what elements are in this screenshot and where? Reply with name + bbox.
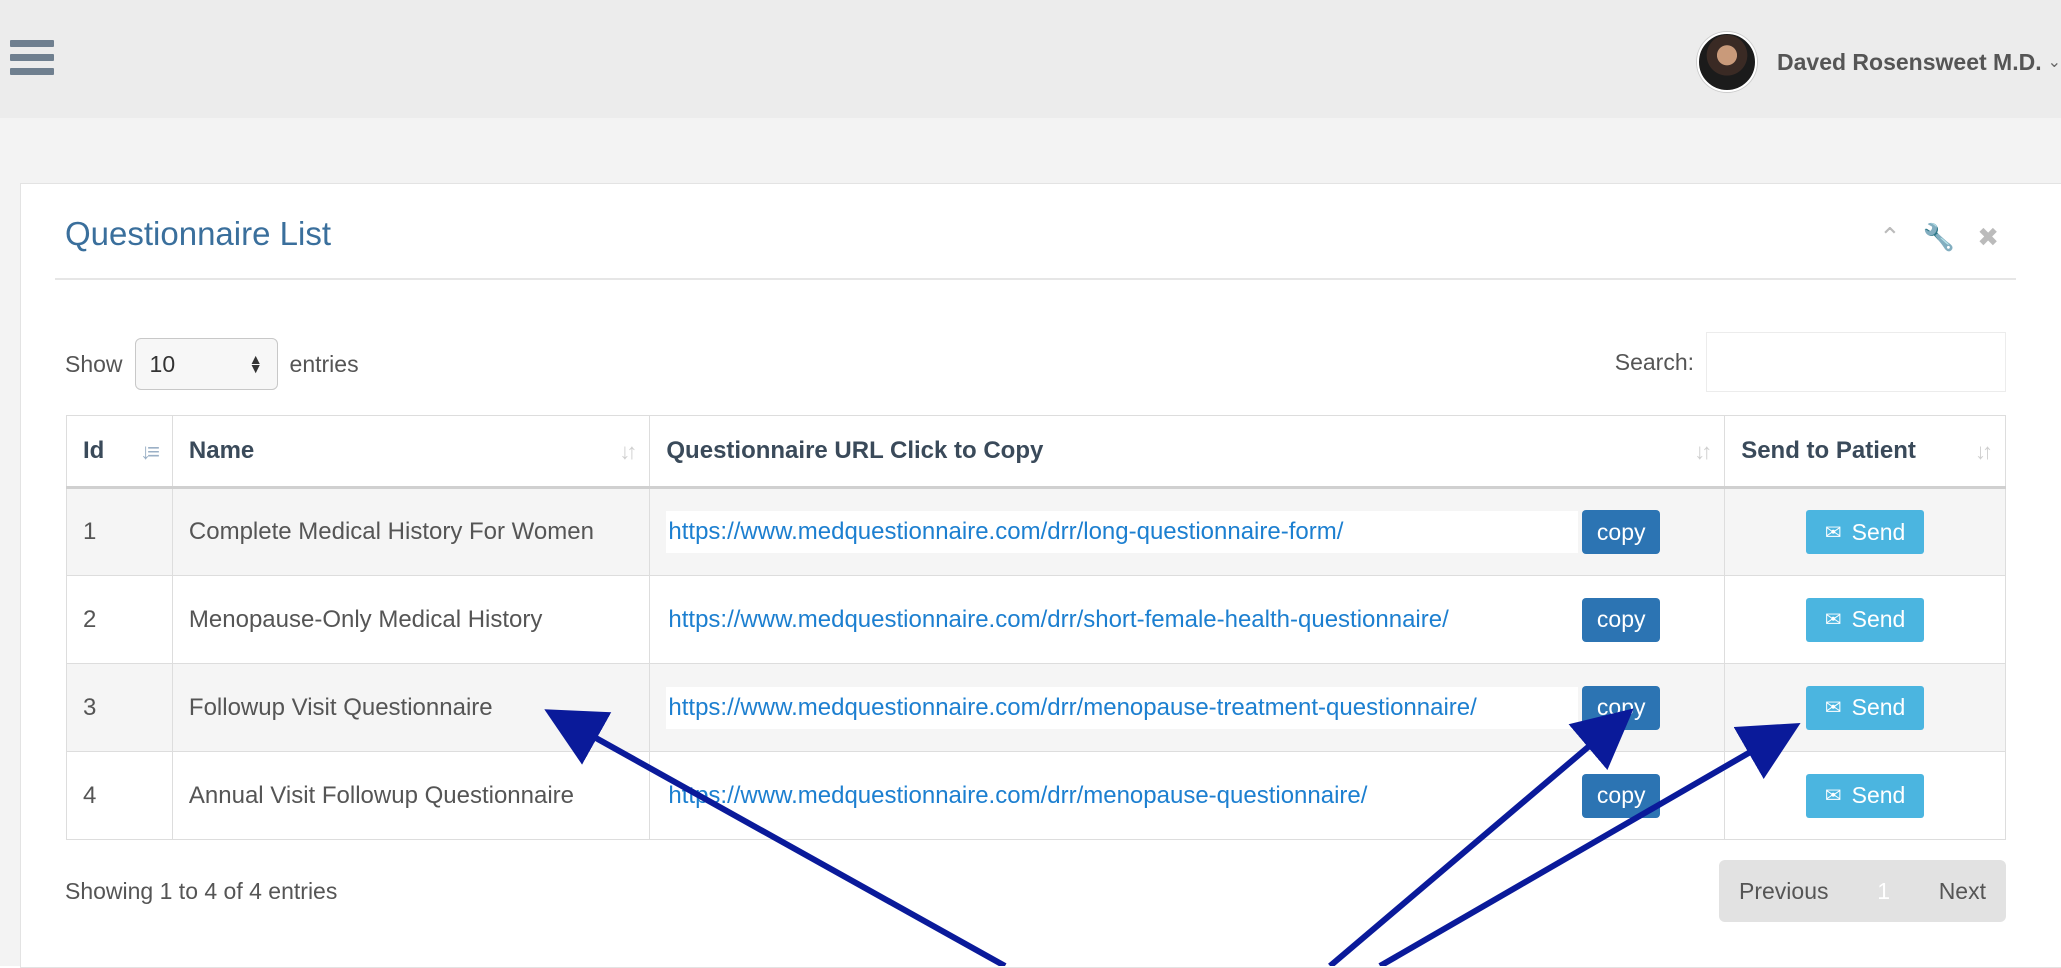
pagination: Previous 1 Next <box>1719 860 2006 922</box>
table-row: 4 Annual Visit Followup Questionnaire ht… <box>66 751 2006 840</box>
url-link[interactable]: https://www.medquestionnaire.com/drr/men… <box>666 686 1579 729</box>
column-header-id[interactable]: Id ↓≡ <box>66 415 173 489</box>
column-header-send[interactable]: Send to Patient ↓↑ <box>1724 415 2006 489</box>
copy-button[interactable]: copy <box>1582 685 1661 730</box>
row-name: Followup Visit Questionnaire <box>171 663 651 752</box>
row-send-cell: ✉ Send <box>1724 575 2006 664</box>
row-id: 1 <box>66 487 173 576</box>
column-header-url[interactable]: Questionnaire URL Click to Copy ↓↑ <box>649 415 1726 489</box>
row-url-cell: https://www.medquestionnaire.com/drr/men… <box>649 663 1726 752</box>
previous-button[interactable]: Previous <box>1739 878 1828 905</box>
panel-title: Questionnaire List <box>65 215 331 252</box>
column-header-name[interactable]: Name ↓↑ <box>171 415 651 489</box>
table-row: 1 Complete Medical History For Women htt… <box>66 487 2006 576</box>
panel-tools: ⌃ 🔧 ✖ <box>1879 222 1999 253</box>
table-row: 2 Menopause-Only Medical History https:/… <box>66 575 2006 664</box>
row-url-cell: https://www.medquestionnaire.com/drr/lon… <box>649 487 1726 576</box>
copy-button[interactable]: copy <box>1582 597 1661 642</box>
row-url-cell: https://www.medquestionnaire.com/drr/sho… <box>649 575 1726 664</box>
top-navbar: Daved Rosensweet M.D. ⌄ <box>0 0 2061 119</box>
select-arrows-icon: ▲ ▼ <box>248 351 263 376</box>
row-name: Annual Visit Followup Questionnaire <box>171 751 651 840</box>
search-input[interactable] <box>1706 332 2006 392</box>
sort-icon: ↓↑ <box>619 439 637 464</box>
search-control: Search: <box>1615 332 2006 392</box>
url-link[interactable]: https://www.medquestionnaire.com/drr/men… <box>666 774 1579 817</box>
row-id: 4 <box>66 751 173 840</box>
entries-length-control: Show 10 ▲ ▼ entries <box>65 338 359 390</box>
entries-label: entries <box>289 350 359 377</box>
row-id: 2 <box>66 575 173 664</box>
entries-select[interactable]: 10 ▲ ▼ <box>134 338 278 390</box>
panel-divider <box>55 278 2016 280</box>
user-name[interactable]: Daved Rosensweet M.D. <box>1777 49 2042 76</box>
close-icon[interactable]: ✖ <box>1977 222 1999 253</box>
sort-icon: ↓≡ <box>140 439 160 464</box>
entries-select-value: 10 <box>149 350 176 377</box>
url-link[interactable]: https://www.medquestionnaire.com/drr/lon… <box>666 511 1579 553</box>
row-id: 3 <box>66 663 173 752</box>
table-row: 3 Followup Visit Questionnaire https://w… <box>66 663 2006 752</box>
table-info: Showing 1 to 4 of 4 entries <box>65 878 338 904</box>
send-button[interactable]: ✉ Send <box>1806 773 1925 818</box>
copy-button[interactable]: copy <box>1582 773 1661 818</box>
show-label: Show <box>65 350 123 377</box>
page-number[interactable]: 1 <box>1877 878 1890 905</box>
avatar[interactable] <box>1697 32 1757 92</box>
row-send-cell: ✉ Send <box>1724 663 2006 752</box>
row-name: Menopause-Only Medical History <box>171 575 651 664</box>
chevron-up-icon[interactable]: ⌃ <box>1879 222 1901 253</box>
next-button[interactable]: Next <box>1939 878 1986 905</box>
envelope-icon: ✉ <box>1824 785 1842 807</box>
search-label: Search: <box>1614 348 1694 375</box>
user-menu[interactable]: Daved Rosensweet M.D. ⌄ <box>1697 32 2061 92</box>
questionnaire-table: Id ↓≡ Name ↓↑ Questionnaire URL Click to C… <box>66 415 2006 840</box>
row-send-cell: ✉ Send <box>1724 751 2006 840</box>
copy-button[interactable]: copy <box>1582 510 1661 554</box>
row-name: Complete Medical History For Women <box>171 487 651 576</box>
url-link[interactable]: https://www.medquestionnaire.com/drr/sho… <box>666 598 1579 641</box>
row-send-cell: ✉ Send <box>1724 487 2006 576</box>
envelope-icon: ✉ <box>1824 609 1842 631</box>
chevron-down-icon[interactable]: ⌄ <box>2048 52 2061 72</box>
send-button[interactable]: ✉ Send <box>1806 597 1925 642</box>
row-url-cell: https://www.medquestionnaire.com/drr/men… <box>649 751 1726 840</box>
envelope-icon: ✉ <box>1824 521 1842 544</box>
sort-icon: ↓↑ <box>1694 439 1712 464</box>
table-header-row: Id ↓≡ Name ↓↑ Questionnaire URL Click to C… <box>66 415 2006 489</box>
send-button[interactable]: ✉ Send <box>1806 685 1925 730</box>
envelope-icon: ✉ <box>1824 697 1842 719</box>
menu-toggle-icon[interactable] <box>10 40 54 80</box>
send-button[interactable]: ✉ Send <box>1806 510 1925 554</box>
sort-icon: ↓↑ <box>1975 439 1993 464</box>
wrench-icon[interactable]: 🔧 <box>1923 222 1955 253</box>
